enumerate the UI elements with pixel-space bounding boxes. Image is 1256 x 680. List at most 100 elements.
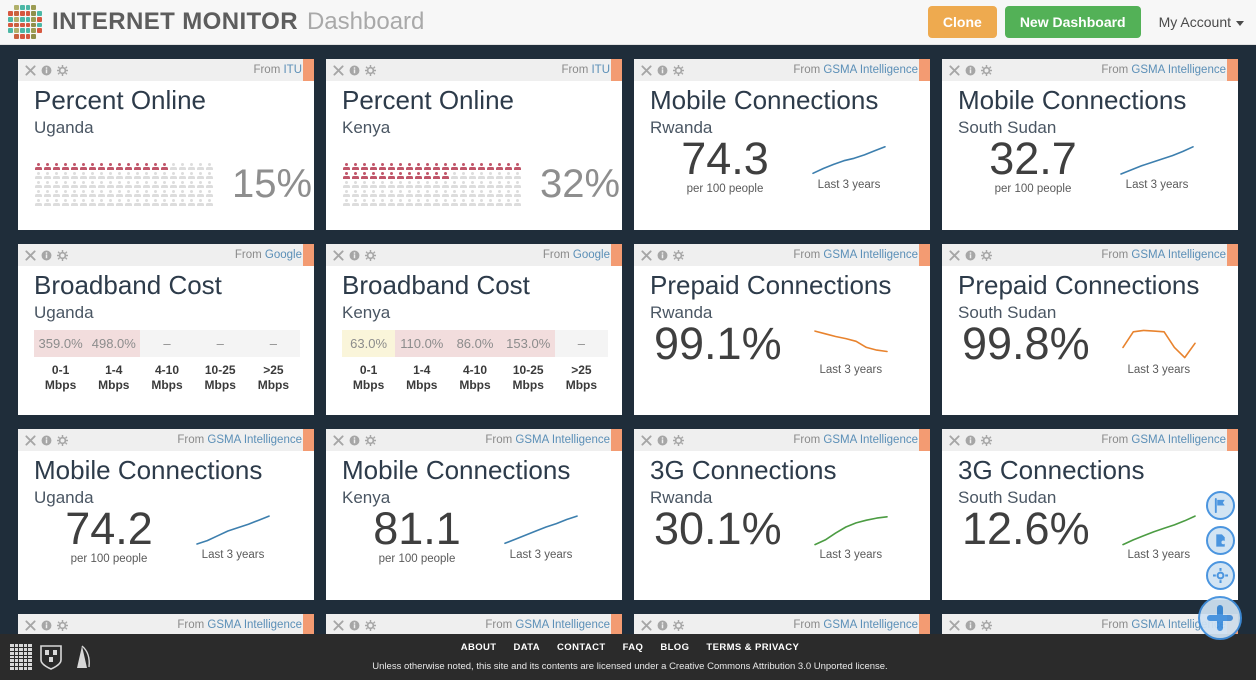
card-resize-tab[interactable]	[611, 614, 622, 636]
footer-link[interactable]: FAQ	[623, 642, 644, 653]
dashboard-card[interactable]: From ITU Percent Online Kenya 32%	[326, 59, 622, 230]
card-resize-tab[interactable]	[303, 59, 314, 81]
gear-icon[interactable]	[673, 64, 684, 76]
close-icon[interactable]	[949, 619, 960, 631]
dashboard-card[interactable]: From GSMA Intelligence Mobile Connections…	[326, 429, 622, 600]
card-source-link[interactable]: GSMA Intelligence	[823, 64, 918, 76]
card-source-link[interactable]: GSMA Intelligence	[823, 619, 918, 631]
gear-icon[interactable]	[365, 619, 376, 631]
info-icon[interactable]	[349, 65, 360, 76]
card-resize-tab[interactable]	[1227, 244, 1238, 266]
close-icon[interactable]	[25, 434, 36, 446]
close-icon[interactable]	[641, 619, 652, 631]
close-icon[interactable]	[25, 619, 36, 631]
card-resize-tab[interactable]	[611, 244, 622, 266]
gear-icon[interactable]	[981, 434, 992, 446]
card-resize-tab[interactable]	[919, 244, 930, 266]
info-icon[interactable]	[965, 620, 976, 631]
footer-link[interactable]: BLOG	[660, 642, 689, 653]
gear-icon[interactable]	[57, 64, 68, 76]
gear-icon[interactable]	[365, 249, 376, 261]
gear-icon[interactable]	[981, 619, 992, 631]
close-icon[interactable]	[949, 64, 960, 76]
dashboard-card[interactable]: From GSMA Intelligence Mobile Connections…	[634, 59, 930, 230]
info-icon[interactable]	[349, 435, 360, 446]
info-icon[interactable]	[349, 250, 360, 261]
close-icon[interactable]	[333, 249, 344, 261]
dashboard-card[interactable]: From Google Broadband Cost Kenya 63.0% 110.0…	[326, 244, 622, 415]
info-icon[interactable]	[657, 250, 668, 261]
info-icon[interactable]	[965, 250, 976, 261]
fab-share[interactable]	[1205, 526, 1235, 555]
dashboard-card[interactable]: From Google Broadband Cost Uganda 359.0% 498…	[18, 244, 314, 415]
card-source-link[interactable]: GSMA Intelligence	[515, 434, 610, 446]
card-source-link[interactable]: GSMA Intelligence	[1131, 434, 1226, 446]
card-resize-tab[interactable]	[919, 429, 930, 451]
footer-link[interactable]: TERMS & PRIVACY	[706, 642, 799, 653]
info-icon[interactable]	[657, 65, 668, 76]
footer-link[interactable]: DATA	[513, 642, 540, 653]
card-resize-tab[interactable]	[611, 429, 622, 451]
gear-icon[interactable]	[981, 249, 992, 261]
gear-icon[interactable]	[673, 434, 684, 446]
card-resize-tab[interactable]	[303, 244, 314, 266]
info-icon[interactable]	[41, 435, 52, 446]
gear-icon[interactable]	[365, 434, 376, 446]
gear-icon[interactable]	[673, 249, 684, 261]
gear-icon[interactable]	[673, 619, 684, 631]
dashboard-card[interactable]: From GSMA Intelligence Mobile Connections…	[942, 59, 1238, 230]
info-icon[interactable]	[965, 65, 976, 76]
my-account-menu[interactable]: My Account	[1159, 14, 1244, 30]
close-icon[interactable]	[25, 249, 36, 261]
card-source-link[interactable]: GSMA Intelligence	[823, 434, 918, 446]
card-resize-tab[interactable]	[303, 429, 314, 451]
gear-icon[interactable]	[57, 619, 68, 631]
gear-icon[interactable]	[981, 64, 992, 76]
card-source-link[interactable]: GSMA Intelligence	[1131, 249, 1226, 261]
dashboard-card[interactable]: From GSMA Intelligence Prepaid Connection…	[942, 244, 1238, 415]
footer-link[interactable]: ABOUT	[461, 642, 497, 653]
card-resize-tab[interactable]	[303, 614, 314, 636]
close-icon[interactable]	[333, 434, 344, 446]
fab-add[interactable]	[1198, 596, 1242, 640]
close-icon[interactable]	[949, 434, 960, 446]
dashboard-card[interactable]: From GSMA Intelligence 3G Connections Sout…	[942, 429, 1238, 600]
card-resize-tab[interactable]	[1227, 429, 1238, 451]
info-icon[interactable]	[41, 65, 52, 76]
footer-link[interactable]: CONTACT	[557, 642, 606, 653]
dashboard-card[interactable]: From GSMA Intelligence Prepaid Connection…	[634, 244, 930, 415]
gear-icon[interactable]	[57, 249, 68, 261]
card-resize-tab[interactable]	[919, 614, 930, 636]
card-source-link[interactable]: ITU	[591, 64, 610, 76]
close-icon[interactable]	[333, 64, 344, 76]
card-source-link[interactable]: Google	[265, 249, 302, 261]
clone-button[interactable]: Clone	[927, 6, 997, 38]
card-source-link[interactable]: Google	[573, 249, 610, 261]
card-source-link[interactable]: GSMA Intelligence	[1131, 64, 1226, 76]
info-icon[interactable]	[657, 620, 668, 631]
close-icon[interactable]	[641, 64, 652, 76]
new-dashboard-button[interactable]: New Dashboard	[1004, 6, 1141, 38]
card-source-link[interactable]: ITU	[283, 64, 302, 76]
close-icon[interactable]	[949, 249, 960, 261]
card-source-link[interactable]: GSMA Intelligence	[207, 434, 302, 446]
gear-icon[interactable]	[365, 64, 376, 76]
info-icon[interactable]	[349, 620, 360, 631]
dashboard-card[interactable]: From GSMA Intelligence Mobile Connections…	[18, 429, 314, 600]
dashboard-card[interactable]: From ITU Percent Online Uganda 15%	[18, 59, 314, 230]
gear-icon[interactable]	[57, 434, 68, 446]
close-icon[interactable]	[641, 249, 652, 261]
card-source-link[interactable]: GSMA Intelligence	[207, 619, 302, 631]
card-resize-tab[interactable]	[611, 59, 622, 81]
dashboard-card[interactable]: From GSMA Intelligence 3G Connections Rwan…	[634, 429, 930, 600]
close-icon[interactable]	[25, 64, 36, 76]
close-icon[interactable]	[641, 434, 652, 446]
fab-flag[interactable]	[1205, 491, 1235, 520]
card-source-link[interactable]: GSMA Intelligence	[823, 249, 918, 261]
info-icon[interactable]	[965, 435, 976, 446]
info-icon[interactable]	[41, 620, 52, 631]
fab-gear[interactable]	[1205, 561, 1235, 590]
card-source-link[interactable]: GSMA Intelligence	[515, 619, 610, 631]
card-resize-tab[interactable]	[919, 59, 930, 81]
card-resize-tab[interactable]	[1227, 59, 1238, 81]
